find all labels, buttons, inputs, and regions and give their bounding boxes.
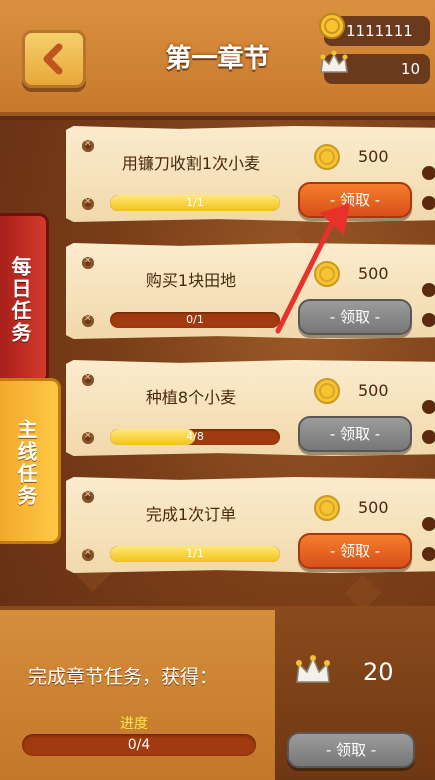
- knob-icon: [422, 547, 435, 561]
- task-reward: 500: [358, 381, 389, 400]
- chapter-progress-label: 进度: [120, 716, 148, 732]
- task-progress-bar: 4/8: [110, 429, 280, 445]
- chapter-progress-text: 0/4: [127, 737, 151, 753]
- chapter-progress-bar: 0/4: [22, 734, 256, 756]
- knob-icon: [422, 517, 435, 531]
- task-progress-bar: 0/1: [110, 312, 280, 328]
- coin-icon: [314, 144, 340, 170]
- coin-icon: [314, 495, 340, 521]
- task-progress-text: 1/1: [186, 547, 204, 560]
- task-reward: 500: [358, 147, 389, 166]
- chapter-claim-button[interactable]: - 领取 -: [287, 732, 415, 768]
- tab-daily-label: 每日任务: [8, 256, 32, 344]
- task-card: 完成1次订单 500 1/1 - 领取 -: [66, 477, 435, 573]
- task-reward: 500: [358, 264, 389, 283]
- claim-button[interactable]: - 领取 -: [298, 533, 412, 569]
- coin-icon: [314, 378, 340, 404]
- tab-main-tasks[interactable]: 主线任务: [0, 378, 61, 544]
- tab-daily-tasks[interactable]: 每日任务: [0, 213, 49, 384]
- task-name: 种植8个小麦: [145, 388, 237, 407]
- task-name: 完成1次订单: [145, 505, 237, 524]
- task-progress-bar: 1/1: [110, 195, 280, 211]
- task-card: 种植8个小麦 500 4/8 - 领取 -: [66, 360, 435, 456]
- knob-icon: [422, 196, 435, 210]
- crown-counter: 10: [320, 50, 430, 84]
- task-name: 用镰刀收割1次小麦: [121, 154, 261, 173]
- task-progress-text: 1/1: [186, 196, 204, 209]
- knob-icon: [422, 166, 435, 180]
- task-progress-text: 4/8: [186, 430, 204, 443]
- task-progress-bar: 1/1: [110, 546, 280, 562]
- chapter-reward-panel: 20 - 领取 -: [275, 610, 435, 780]
- task-reward: 500: [358, 498, 389, 517]
- knob-icon: [422, 400, 435, 414]
- header-bar: 第一章节 1111111 10: [0, 0, 435, 116]
- task-progress-text: 0/1: [186, 313, 204, 326]
- knob-icon: [422, 313, 435, 327]
- chapter-complete-text: 完成章节任务，获得：: [28, 666, 219, 688]
- crown-amount: 10: [400, 60, 420, 78]
- chapter-panel: 完成章节任务，获得： 进度 0/4 20 - 领取 -: [0, 606, 435, 780]
- coin-counter: 1111111: [319, 13, 430, 46]
- task-card: 用镰刀收割1次小麦 500 1/1 - 领取 -: [66, 126, 435, 222]
- crown-icon: [296, 655, 330, 683]
- chapter-reward-amount: 20: [363, 658, 394, 686]
- pin-icon: [82, 197, 94, 210]
- task-card: 购买1块田地 500 0/1 - 领取 -: [66, 243, 435, 339]
- pin-icon: [82, 431, 94, 444]
- pin-icon: [82, 548, 94, 561]
- coin-amount: 1111111: [346, 22, 413, 40]
- coin-icon: [319, 13, 345, 39]
- pointer-arrow-icon: [275, 203, 350, 334]
- knob-icon: [422, 283, 435, 297]
- pin-icon: [82, 314, 94, 327]
- claim-button[interactable]: - 领取 -: [298, 416, 412, 452]
- knob-icon: [422, 430, 435, 444]
- tab-main-label: 主线任务: [14, 419, 38, 507]
